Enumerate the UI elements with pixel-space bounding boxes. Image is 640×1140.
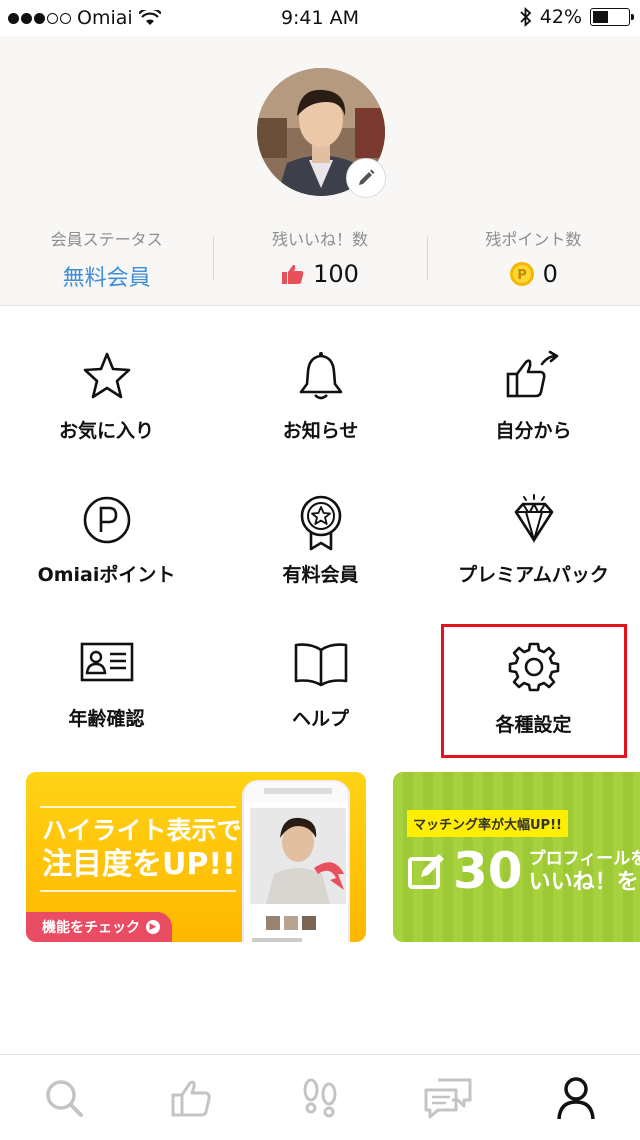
point-icon xyxy=(83,496,130,544)
footprints-icon xyxy=(303,1078,337,1117)
thumbs-up-share-icon xyxy=(506,350,558,398)
edit-profile-button[interactable] xyxy=(346,158,386,198)
bottom-tab-bar xyxy=(0,1054,640,1139)
coin-icon: P xyxy=(509,262,534,286)
cta-label: 機能をチェック xyxy=(42,920,140,936)
remaining-points-value: 0 xyxy=(542,260,558,288)
profile-like-banner[interactable]: マッチング率が大幅UP!! 30 プロフィールを いいね！を xyxy=(393,772,640,942)
stat-member-status[interactable]: 会員ステータス 無料会員 xyxy=(0,226,213,292)
diamond-icon xyxy=(514,494,553,544)
tab-likes[interactable] xyxy=(128,1055,256,1140)
member-status-value: 無料会員 xyxy=(62,266,151,291)
star-icon xyxy=(83,352,130,399)
profile-header: 会員ステータス 無料会員 残いいね！数 100 残ポイント数 P 0 xyxy=(0,36,640,306)
status-bar: Omiai 9:41 AM 42% xyxy=(0,0,640,36)
arrow-right-icon: ▶ xyxy=(146,920,160,934)
banner-main: 30 プロフィールを いいね！を xyxy=(407,842,640,900)
id-card-icon xyxy=(80,642,133,682)
tab-messages[interactable] xyxy=(384,1055,512,1140)
menu-label: プレミアムパック xyxy=(458,564,609,586)
tab-footprints[interactable] xyxy=(256,1055,384,1140)
menu-age-verification[interactable]: 年齢確認 xyxy=(0,640,213,760)
bell-icon xyxy=(299,352,342,400)
menu-notifications[interactable]: お知らせ xyxy=(214,350,427,470)
battery-percent: 42% xyxy=(539,6,582,28)
remaining-likes-value: 100 xyxy=(313,260,359,288)
stat-label: 会員ステータス xyxy=(50,230,163,249)
menu-favorites[interactable]: お気に入り xyxy=(0,350,213,470)
stat-label: 残ポイント数 xyxy=(485,230,582,249)
banner-headline: ハイライト表示で 注目度をUP!! xyxy=(42,814,242,882)
menu-label: Omiaiポイント xyxy=(37,564,176,586)
settings-highlight-frame xyxy=(441,624,627,758)
battery-info: 42% xyxy=(520,6,634,28)
battery-icon xyxy=(590,8,634,26)
pencil-icon xyxy=(359,169,375,185)
person-icon xyxy=(557,1076,595,1119)
messages-icon xyxy=(424,1078,472,1118)
thumbs-up-icon xyxy=(282,264,304,284)
check-feature-button[interactable]: 機能をチェック ▶ xyxy=(26,912,172,942)
search-icon xyxy=(46,1079,83,1117)
thumbs-up-icon xyxy=(171,1080,211,1116)
divider xyxy=(40,806,236,808)
stat-label: 残いいね！数 xyxy=(271,230,368,249)
badge-icon xyxy=(300,495,341,551)
phone-mockup-image xyxy=(242,780,350,942)
stat-remaining-likes[interactable]: 残いいね！数 100 xyxy=(213,226,426,292)
svg-text:P: P xyxy=(517,268,527,283)
banner-subtext: プロフィールを いいね！を xyxy=(529,847,640,895)
banner-number: 30 xyxy=(453,842,523,900)
banner-text1: プロフィールを xyxy=(528,849,640,869)
banner-tag: マッチング率が大幅UP!! xyxy=(407,810,568,837)
banner-text2: いいね！を xyxy=(528,870,639,895)
menu-omiai-points[interactable]: Omiaiポイント xyxy=(0,494,213,614)
menu-sent-likes[interactable]: 自分から xyxy=(427,350,640,470)
edit-square-icon xyxy=(408,854,444,889)
stat-remaining-points[interactable]: 残ポイント数 P 0 xyxy=(426,226,640,292)
menu-label: 年齢確認 xyxy=(68,708,145,730)
menu-paid-member[interactable]: 有料会員 xyxy=(214,494,427,614)
menu-label: 有料会員 xyxy=(282,564,359,586)
menu-label: 自分から xyxy=(495,420,572,442)
menu-premium-pack[interactable]: プレミアムパック xyxy=(427,494,640,614)
book-icon xyxy=(294,643,347,687)
member-stats: 会員ステータス 無料会員 残いいね！数 100 残ポイント数 P 0 xyxy=(0,226,640,292)
banner-line1: ハイライト表示で xyxy=(42,816,242,845)
menu-help[interactable]: ヘルプ xyxy=(214,640,427,760)
menu-label: ヘルプ xyxy=(291,708,349,730)
divider xyxy=(40,890,236,892)
menu-label: お知らせ xyxy=(282,420,359,442)
menu-label: お気に入り xyxy=(58,420,154,442)
banner-line2: 注目度をUP!! xyxy=(42,847,236,882)
bluetooth-icon xyxy=(520,7,532,27)
highlight-feature-banner[interactable]: ハイライト表示で 注目度をUP!! 機能をチェック ▶ xyxy=(26,772,366,942)
tab-search[interactable] xyxy=(0,1055,128,1140)
tab-mypage[interactable] xyxy=(512,1055,640,1140)
